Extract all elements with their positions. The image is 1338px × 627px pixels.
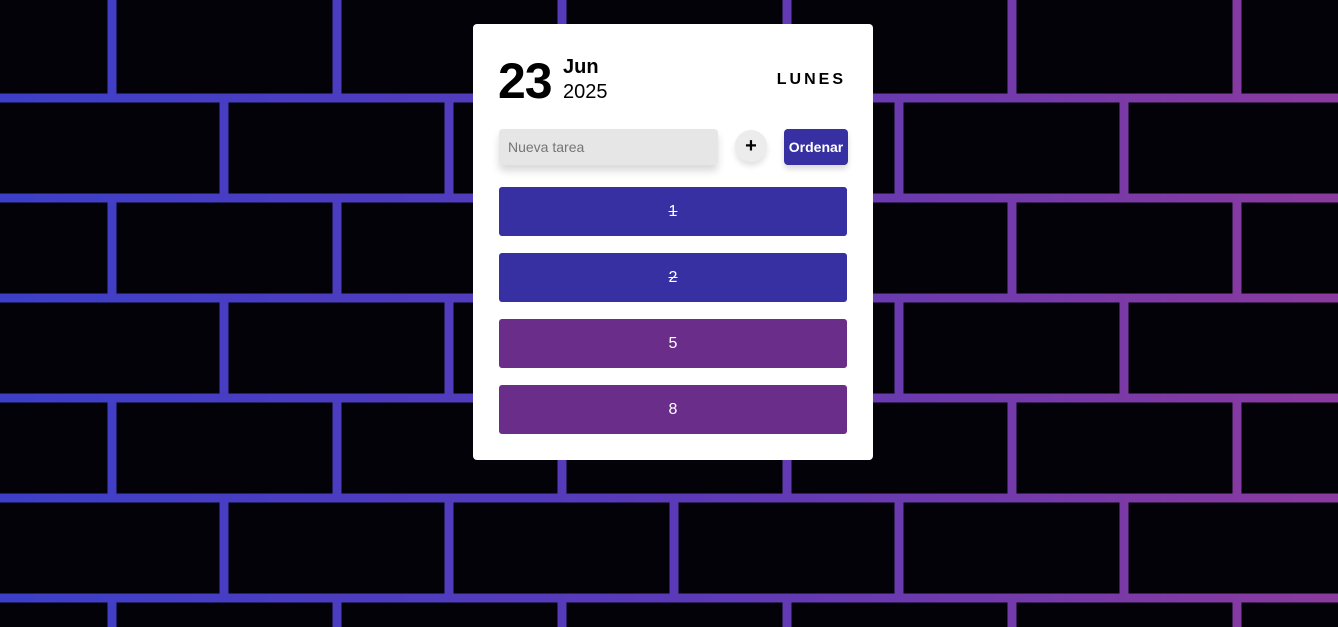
- task-item[interactable]: 2: [499, 253, 847, 302]
- weekday-label: LUNES: [776, 71, 846, 88]
- sort-button[interactable]: Ordenar: [784, 129, 848, 165]
- task-item[interactable]: 1: [499, 187, 847, 236]
- task-item[interactable]: 8: [499, 385, 847, 434]
- date-month: Jun: [563, 56, 599, 78]
- add-task-button[interactable]: +: [735, 130, 767, 162]
- new-task-input[interactable]: [499, 129, 718, 165]
- todo-card: 23 Jun 2025 LUNES + Ordenar 1 2 5 8: [473, 24, 873, 460]
- task-item[interactable]: 5: [499, 319, 847, 368]
- date-day: 23: [498, 53, 553, 109]
- date-year: 2025: [563, 81, 608, 103]
